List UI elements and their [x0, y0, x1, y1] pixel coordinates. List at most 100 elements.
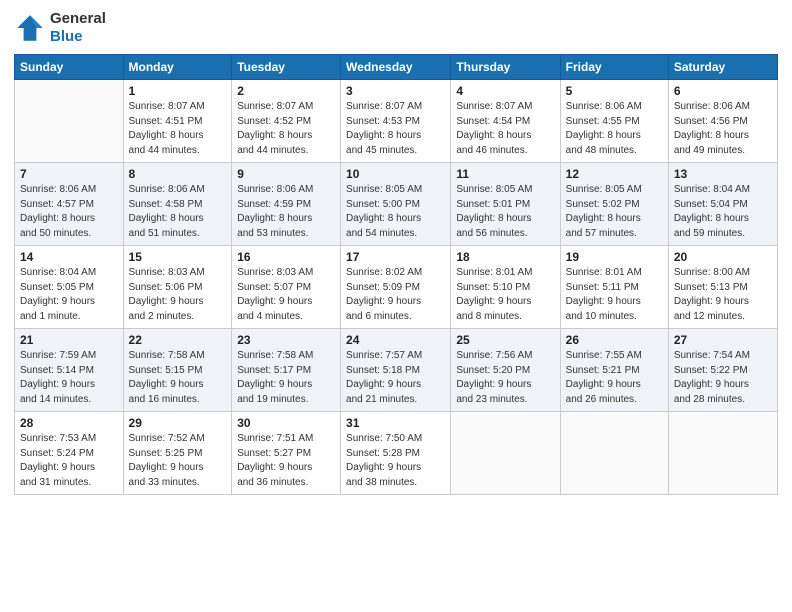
day-number: 1: [129, 84, 227, 98]
calendar-day-cell: 21 Sunrise: 7:59 AM Sunset: 5:14 PM Dayli…: [15, 329, 124, 412]
day-number: 19: [566, 250, 663, 264]
day-info: Sunrise: 7:57 AM Sunset: 5:18 PM Dayligh…: [346, 349, 445, 407]
calendar-day-cell: 6Sunrise: 8:06 AM Sunset: 4:56 PM Daylig…: [668, 80, 777, 163]
day-info: Sunrise: 8:06 AM Sunset: 4:59 PM Dayligh…: [237, 183, 335, 241]
day-info: Sunrise: 8:06 AM Sunset: 4:57 PM Dayligh…: [20, 183, 118, 241]
calendar-day-cell: 19 Sunrise: 8:01 AM Sunset: 5:11 PM Dayli…: [560, 246, 668, 329]
calendar-day-cell: 3Sunrise: 8:07 AM Sunset: 4:53 PM Daylig…: [341, 80, 451, 163]
day-info: Sunrise: 7:56 AM Sunset: 5:20 PM Dayligh…: [456, 349, 554, 407]
day-info: Sunrise: 8:04 AM Sunset: 5:05 PM Dayligh…: [20, 266, 118, 324]
day-number: 3: [346, 84, 445, 98]
calendar-day-cell: 15 Sunrise: 8:03 AM Sunset: 5:06 PM Dayli…: [123, 246, 232, 329]
weekday-header-thursday: Thursday: [451, 55, 560, 80]
day-info: Sunrise: 8:07 AM Sunset: 4:51 PM Dayligh…: [129, 100, 227, 158]
calendar-day-cell: [451, 412, 560, 495]
calendar-week-row: 21 Sunrise: 7:59 AM Sunset: 5:14 PM Dayli…: [15, 329, 778, 412]
header: General Blue: [14, 10, 778, 46]
calendar-day-cell: 13Sunrise: 8:04 AM Sunset: 5:04 PM Dayli…: [668, 163, 777, 246]
day-info: Sunrise: 8:07 AM Sunset: 4:54 PM Dayligh…: [456, 100, 554, 158]
calendar-day-cell: 29Sunrise: 7:52 AM Sunset: 5:25 PM Dayli…: [123, 412, 232, 495]
calendar-day-cell: 31 Sunrise: 7:50 AM Sunset: 5:28 PM Dayli…: [341, 412, 451, 495]
day-number: 21: [20, 333, 118, 347]
weekday-header-friday: Friday: [560, 55, 668, 80]
calendar-table: SundayMondayTuesdayWednesdayThursdayFrid…: [14, 54, 778, 495]
calendar-day-cell: 26 Sunrise: 7:55 AM Sunset: 5:21 PM Dayli…: [560, 329, 668, 412]
calendar-day-cell: 14Sunrise: 8:04 AM Sunset: 5:05 PM Dayli…: [15, 246, 124, 329]
calendar-day-cell: 1 Sunrise: 8:07 AM Sunset: 4:51 PM Daylig…: [123, 80, 232, 163]
calendar-week-row: 14Sunrise: 8:04 AM Sunset: 5:05 PM Dayli…: [15, 246, 778, 329]
day-number: 16: [237, 250, 335, 264]
day-info: Sunrise: 8:05 AM Sunset: 5:01 PM Dayligh…: [456, 183, 554, 241]
calendar-week-row: 7Sunrise: 8:06 AM Sunset: 4:57 PM Daylig…: [15, 163, 778, 246]
day-number: 4: [456, 84, 554, 98]
calendar-day-cell: 20 Sunrise: 8:00 AM Sunset: 5:13 PM Dayli…: [668, 246, 777, 329]
day-info: Sunrise: 8:03 AM Sunset: 5:07 PM Dayligh…: [237, 266, 335, 324]
day-number: 9: [237, 167, 335, 181]
day-info: Sunrise: 7:59 AM Sunset: 5:14 PM Dayligh…: [20, 349, 118, 407]
day-info: Sunrise: 7:54 AM Sunset: 5:22 PM Dayligh…: [674, 349, 772, 407]
calendar-day-cell: 7Sunrise: 8:06 AM Sunset: 4:57 PM Daylig…: [15, 163, 124, 246]
calendar-day-cell: 22 Sunrise: 7:58 AM Sunset: 5:15 PM Dayli…: [123, 329, 232, 412]
day-info: Sunrise: 8:04 AM Sunset: 5:04 PM Dayligh…: [674, 183, 772, 241]
logo-text: General Blue: [50, 10, 106, 46]
day-number: 26: [566, 333, 663, 347]
day-info: Sunrise: 8:06 AM Sunset: 4:55 PM Dayligh…: [566, 100, 663, 158]
day-info: Sunrise: 7:53 AM Sunset: 5:24 PM Dayligh…: [20, 432, 118, 490]
day-number: 8: [129, 167, 227, 181]
weekday-header-wednesday: Wednesday: [341, 55, 451, 80]
day-info: Sunrise: 8:02 AM Sunset: 5:09 PM Dayligh…: [346, 266, 445, 324]
day-number: 27: [674, 333, 772, 347]
logo-icon: [14, 12, 46, 44]
calendar-day-cell: 25 Sunrise: 7:56 AM Sunset: 5:20 PM Dayli…: [451, 329, 560, 412]
calendar-day-cell: 17Sunrise: 8:02 AM Sunset: 5:09 PM Dayli…: [341, 246, 451, 329]
page-container: General Blue SundayMondayTuesdayWednesda…: [0, 0, 792, 501]
calendar-day-cell: 28 Sunrise: 7:53 AM Sunset: 5:24 PM Dayli…: [15, 412, 124, 495]
day-number: 30: [237, 416, 335, 430]
day-info: Sunrise: 8:07 AM Sunset: 4:52 PM Dayligh…: [237, 100, 335, 158]
day-number: 12: [566, 167, 663, 181]
day-number: 25: [456, 333, 554, 347]
calendar-day-cell: 18 Sunrise: 8:01 AM Sunset: 5:10 PM Dayli…: [451, 246, 560, 329]
day-number: 20: [674, 250, 772, 264]
day-number: 22: [129, 333, 227, 347]
calendar-day-cell: 11 Sunrise: 8:05 AM Sunset: 5:01 PM Dayli…: [451, 163, 560, 246]
day-number: 15: [129, 250, 227, 264]
calendar-week-row: 1 Sunrise: 8:07 AM Sunset: 4:51 PM Daylig…: [15, 80, 778, 163]
day-info: Sunrise: 8:05 AM Sunset: 5:00 PM Dayligh…: [346, 183, 445, 241]
day-number: 31: [346, 416, 445, 430]
logo: General Blue: [14, 10, 106, 46]
day-number: 6: [674, 84, 772, 98]
calendar-day-cell: 12 Sunrise: 8:05 AM Sunset: 5:02 PM Dayli…: [560, 163, 668, 246]
calendar-day-cell: [15, 80, 124, 163]
calendar-day-cell: 2 Sunrise: 8:07 AM Sunset: 4:52 PM Daylig…: [232, 80, 341, 163]
day-number: 18: [456, 250, 554, 264]
day-info: Sunrise: 7:52 AM Sunset: 5:25 PM Dayligh…: [129, 432, 227, 490]
day-number: 2: [237, 84, 335, 98]
calendar-day-cell: [560, 412, 668, 495]
day-info: Sunrise: 7:50 AM Sunset: 5:28 PM Dayligh…: [346, 432, 445, 490]
calendar-day-cell: 24 Sunrise: 7:57 AM Sunset: 5:18 PM Dayli…: [341, 329, 451, 412]
day-info: Sunrise: 8:01 AM Sunset: 5:11 PM Dayligh…: [566, 266, 663, 324]
day-info: Sunrise: 8:06 AM Sunset: 4:58 PM Dayligh…: [129, 183, 227, 241]
day-number: 24: [346, 333, 445, 347]
day-info: Sunrise: 7:58 AM Sunset: 5:15 PM Dayligh…: [129, 349, 227, 407]
day-number: 10: [346, 167, 445, 181]
day-info: Sunrise: 8:03 AM Sunset: 5:06 PM Dayligh…: [129, 266, 227, 324]
calendar-day-cell: 9 Sunrise: 8:06 AM Sunset: 4:59 PM Daylig…: [232, 163, 341, 246]
calendar-week-row: 28 Sunrise: 7:53 AM Sunset: 5:24 PM Dayli…: [15, 412, 778, 495]
weekday-header-sunday: Sunday: [15, 55, 124, 80]
day-number: 5: [566, 84, 663, 98]
calendar-day-cell: 30 Sunrise: 7:51 AM Sunset: 5:27 PM Dayli…: [232, 412, 341, 495]
day-info: Sunrise: 8:05 AM Sunset: 5:02 PM Dayligh…: [566, 183, 663, 241]
day-number: 11: [456, 167, 554, 181]
calendar-day-cell: 23Sunrise: 7:58 AM Sunset: 5:17 PM Dayli…: [232, 329, 341, 412]
day-info: Sunrise: 8:01 AM Sunset: 5:10 PM Dayligh…: [456, 266, 554, 324]
calendar-day-cell: 27 Sunrise: 7:54 AM Sunset: 5:22 PM Dayli…: [668, 329, 777, 412]
day-info: Sunrise: 7:55 AM Sunset: 5:21 PM Dayligh…: [566, 349, 663, 407]
day-info: Sunrise: 7:51 AM Sunset: 5:27 PM Dayligh…: [237, 432, 335, 490]
calendar-day-cell: [668, 412, 777, 495]
day-number: 28: [20, 416, 118, 430]
weekday-header-tuesday: Tuesday: [232, 55, 341, 80]
weekday-header-monday: Monday: [123, 55, 232, 80]
day-info: Sunrise: 8:00 AM Sunset: 5:13 PM Dayligh…: [674, 266, 772, 324]
